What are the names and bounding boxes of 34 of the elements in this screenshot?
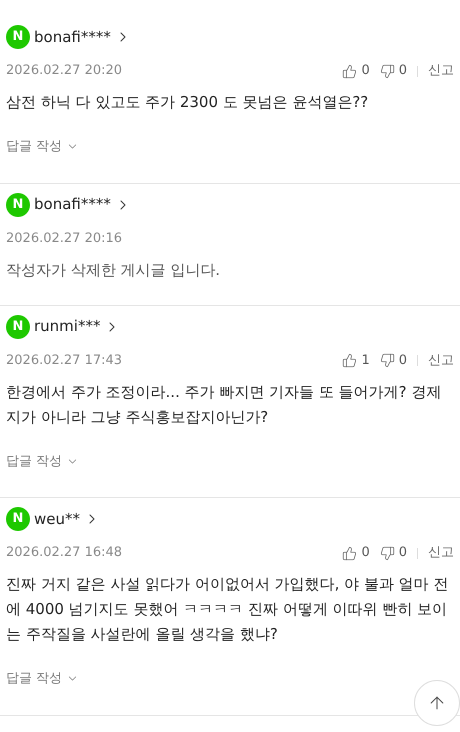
avatar-badge: N: [6, 192, 30, 216]
dislike-count: 0: [398, 544, 407, 562]
comment-text: 작성자가 삭제한 게시글 입니다.: [6, 260, 222, 280]
report-link[interactable]: 신고: [428, 543, 454, 563]
comment-text: 진짜 거지 같은 사설 읽다가 어이없어서 가입했다, 야 불과 얼마 전에 4000 넘기지도 못했어 ㅋㅋㅋㅋ 진짜 어떻게 이따위 빤히 보이는 주작질을 사설란에 올릴 생각을 했냐?: [6, 574, 450, 645]
dislike-count: 0: [398, 352, 407, 370]
like-count: 1: [361, 352, 370, 370]
username[interactable]: weu**: [34, 508, 80, 530]
reply-button[interactable]: 답글 작성: [6, 669, 80, 688]
like-count: 0: [361, 544, 370, 562]
username[interactable]: bonafi****: [34, 26, 111, 48]
comment-date: 2026.02.27 20:20: [6, 62, 122, 80]
username[interactable]: runmi***: [34, 315, 100, 338]
reply-button[interactable]: 답글 작성: [6, 137, 80, 156]
thumbs-up-icon[interactable]: [342, 64, 358, 78]
comment-date: 2026.02.27 17:43: [6, 352, 122, 370]
username[interactable]: bonafi****: [34, 193, 111, 216]
thumbs-up-icon[interactable]: [342, 546, 358, 560]
comment-date: 2026.02.27 20:16: [6, 230, 122, 248]
avatar-badge: N: [6, 314, 30, 338]
comment-text: 한경에서 주가 조정이라... 주가 빠지면 기자들 또 들어가게? 경제지가 아니라 그냥 주식홍보잡지아닌가?: [6, 382, 442, 428]
thumbs-up-icon[interactable]: [342, 353, 358, 368]
reply-button[interactable]: 답글 작성: [6, 452, 80, 471]
thumbs-down-icon[interactable]: [380, 546, 395, 560]
comment-text: 삼전 하닉 다 있고도 주가 2300 도 못넘은 윤석열은??: [6, 92, 370, 113]
report-link[interactable]: 신고: [428, 350, 454, 370]
avatar-badge: N: [6, 25, 30, 49]
thumbs-down-icon[interactable]: [380, 64, 395, 78]
report-link[interactable]: 신고: [428, 61, 454, 81]
comment-date: 2026.02.27 16:48: [6, 544, 122, 562]
avatar-badge: N: [6, 507, 30, 531]
dislike-count: 0: [398, 62, 407, 80]
thumbs-down-icon[interactable]: [380, 353, 395, 368]
like-count: 0: [361, 62, 370, 80]
